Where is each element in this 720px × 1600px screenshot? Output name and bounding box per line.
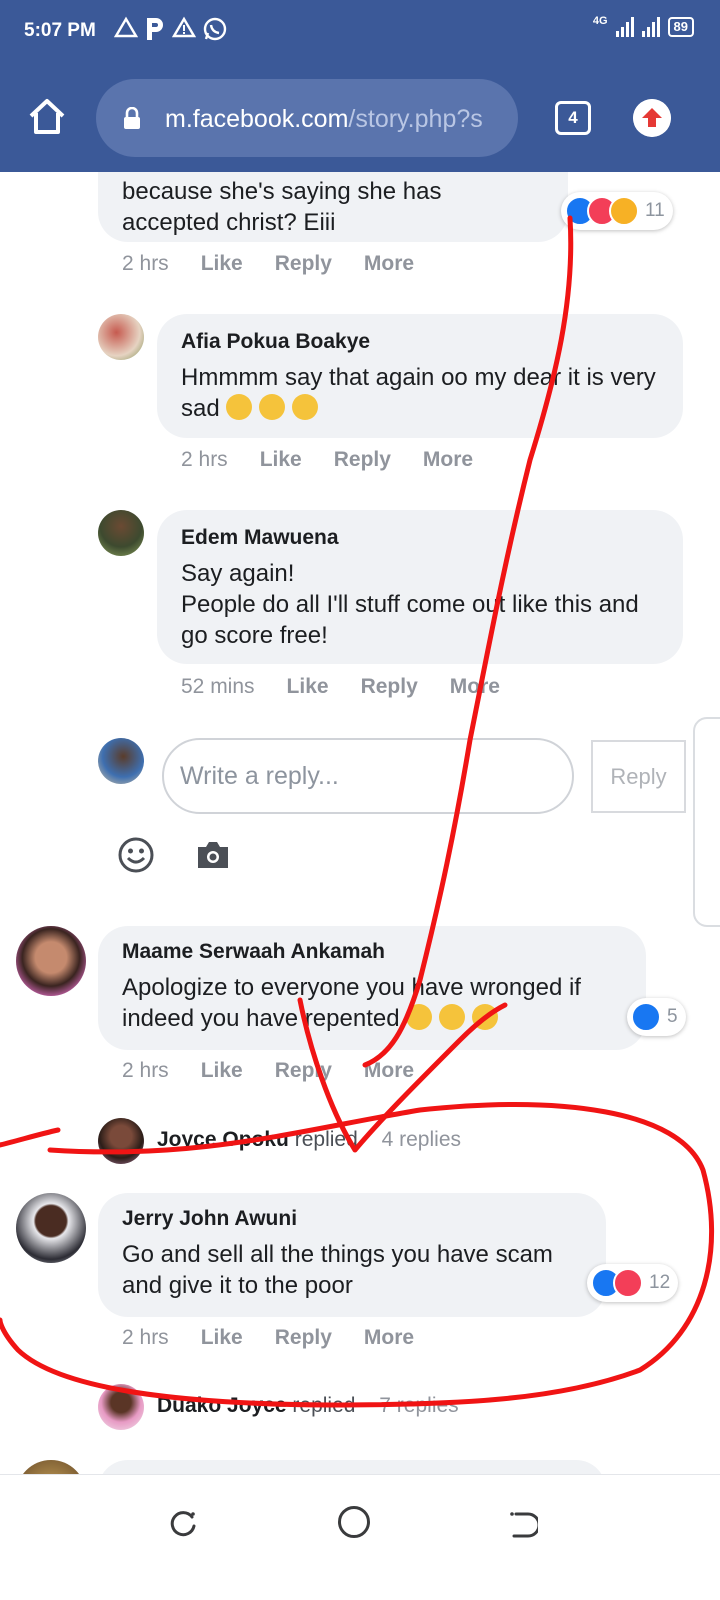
- view-replies-link[interactable]: Duako Joyce replied 7 replies: [157, 1394, 459, 1418]
- recent-apps-icon[interactable]: [168, 1509, 198, 1539]
- sad-reaction-icon: [609, 196, 639, 226]
- back-nav-icon[interactable]: [508, 1509, 538, 1539]
- reply-link[interactable]: Reply: [275, 252, 332, 276]
- address-bar[interactable]: m.facebook.com/story.php?s: [96, 79, 518, 157]
- reply-link[interactable]: Reply: [275, 1059, 332, 1083]
- more-link[interactable]: More: [364, 1326, 414, 1350]
- comment-author[interactable]: Jerry John Awuni: [122, 1207, 297, 1231]
- comment-bubble: because she's saying she has accepted ch…: [98, 172, 568, 242]
- laughing-emoji-icon: [438, 1004, 465, 1030]
- reaction-summary[interactable]: 11: [561, 192, 673, 230]
- avatar[interactable]: [98, 1384, 144, 1430]
- like-link[interactable]: Like: [260, 448, 302, 472]
- url-host: m.facebook.com: [165, 105, 349, 133]
- comment-time: 2 hrs: [122, 252, 169, 275]
- comment-bubble: Jerry John Awuni Go and sell all the thi…: [98, 1193, 606, 1317]
- comment-actions: 2 hrs Like Reply More: [122, 252, 446, 276]
- side-panel-edge: [693, 717, 720, 927]
- current-user-avatar: [98, 738, 144, 784]
- status-notification-icons: [114, 16, 228, 42]
- avatar[interactable]: [16, 1460, 86, 1474]
- comment-time: 52 mins: [181, 675, 255, 698]
- p-app-icon: [147, 18, 163, 40]
- home-nav-button[interactable]: [338, 1506, 370, 1538]
- comment-author[interactable]: Maame Serwaah Ankamah: [122, 940, 385, 964]
- avatar[interactable]: [98, 314, 144, 360]
- reaction-count: 5: [667, 1006, 678, 1027]
- comment-actions: 52 mins Like Reply More: [181, 675, 532, 699]
- comment-text: Say again! People do all I'll stuff come…: [181, 560, 639, 649]
- like-link[interactable]: Like: [201, 1326, 243, 1350]
- lock-icon: [124, 107, 140, 129]
- comment-bubble: Edem Mawuena Say again! People do all I'…: [157, 510, 683, 664]
- emoji-icon[interactable]: [117, 836, 155, 874]
- camera-icon[interactable]: [195, 840, 231, 870]
- comments-feed: because she's saying she has accepted ch…: [0, 172, 720, 1474]
- comment-actions: 2 hrs Like Reply More: [122, 1326, 446, 1350]
- comment-time: 2 hrs: [181, 448, 228, 471]
- update-arrow-icon[interactable]: [633, 99, 671, 137]
- like-link[interactable]: Like: [287, 675, 329, 699]
- battery-indicator: 89: [667, 17, 694, 37]
- comment-bubble: Maame Serwaah Ankamah Apologize to every…: [98, 926, 646, 1050]
- reply-input[interactable]: Write a reply...: [162, 738, 574, 814]
- browser-header: 5:07 PM 4G 89 m.facebook.com/story.php?s…: [0, 0, 720, 172]
- drive-icon: [114, 16, 138, 38]
- status-system-icons: 4G 89: [592, 15, 694, 37]
- love-reaction-icon: [613, 1268, 643, 1298]
- reply-submit-button[interactable]: Reply: [591, 740, 686, 813]
- reaction-summary[interactable]: 5: [627, 998, 686, 1036]
- tab-switcher-button[interactable]: 4: [555, 101, 591, 135]
- reaction-count: 12: [649, 1272, 671, 1293]
- system-navigation-bar: [0, 1474, 720, 1600]
- more-link[interactable]: More: [423, 448, 473, 472]
- avatar[interactable]: [16, 1193, 86, 1263]
- comment-bubble: Afia Pokua Boakye Hmmmm say that again o…: [157, 314, 683, 438]
- disappointed-emoji-icon: [291, 394, 318, 420]
- comment-text: Apologize to everyone you have wronged i…: [122, 974, 581, 1032]
- comment-time: 2 hrs: [122, 1059, 169, 1082]
- avatar[interactable]: [16, 926, 86, 996]
- avatar[interactable]: [98, 510, 144, 556]
- reaction-summary[interactable]: 12: [587, 1264, 679, 1302]
- comment-author[interactable]: Afia Pokua Boakye: [181, 330, 370, 354]
- signal-icon-2: [641, 17, 660, 37]
- status-time: 5:07 PM: [24, 20, 96, 41]
- signal-icon: [615, 17, 634, 37]
- comment-time: 2 hrs: [122, 1326, 169, 1349]
- reply-link[interactable]: Reply: [361, 675, 418, 699]
- sad-emoji-icon: [259, 394, 286, 420]
- comment-text: because she's saying she has accepted ch…: [122, 178, 442, 236]
- more-link[interactable]: More: [364, 1059, 414, 1083]
- comment-bubble: [98, 1460, 606, 1474]
- view-replies-link[interactable]: Joyce Opoku replied 4 replies: [157, 1128, 461, 1152]
- url-path: /story.php?s: [348, 105, 483, 133]
- laughing-emoji-icon: [406, 1004, 433, 1030]
- like-link[interactable]: Like: [201, 252, 243, 276]
- like-reaction-icon: [631, 1002, 661, 1032]
- sad-emoji-icon: [226, 394, 253, 420]
- home-icon[interactable]: [26, 96, 68, 138]
- reply-link[interactable]: Reply: [334, 448, 391, 472]
- warning-icon: [172, 16, 196, 38]
- comment-author[interactable]: Edem Mawuena: [181, 526, 339, 550]
- comment-actions: 2 hrs Like Reply More: [181, 448, 505, 472]
- like-link[interactable]: Like: [201, 1059, 243, 1083]
- laughing-emoji-icon: [471, 1004, 498, 1030]
- network-type: 4G: [592, 15, 608, 27]
- avatar[interactable]: [98, 1118, 144, 1164]
- comment-text: Go and sell all the things you have scam…: [122, 1241, 553, 1299]
- comment-text: Hmmmm say that again oo my dear it is ve…: [181, 364, 656, 422]
- reaction-count: 11: [645, 200, 665, 221]
- more-link[interactable]: More: [450, 675, 500, 699]
- comment-actions: 2 hrs Like Reply More: [122, 1059, 446, 1083]
- whatsapp-icon: [203, 17, 227, 41]
- more-link[interactable]: More: [364, 252, 414, 276]
- reply-link[interactable]: Reply: [275, 1326, 332, 1350]
